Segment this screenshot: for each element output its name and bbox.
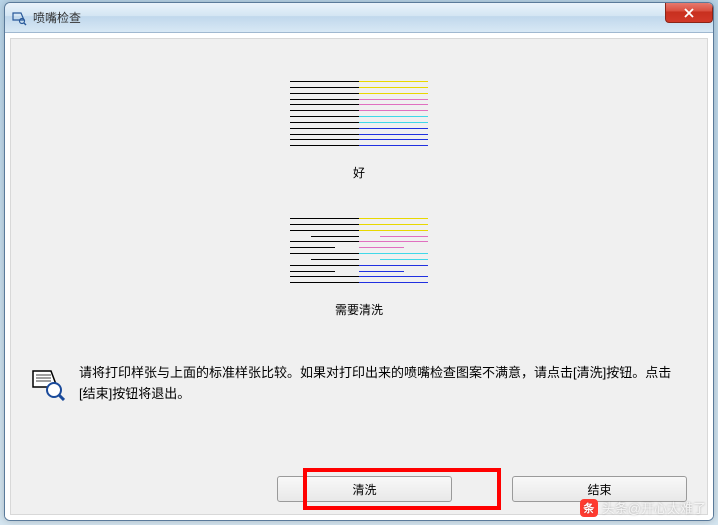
bad-label: 需要清洗 — [11, 301, 707, 318]
good-pattern — [290, 79, 428, 149]
inner-panel: 好 需要清洗 请将打印样张与上面的标准样张比较。如果对 — [10, 38, 708, 515]
bad-pattern — [290, 216, 428, 286]
instruction-text: 请将打印样张与上面的标准样张比较。如果对打印出来的喷嘴检查图案不满意，请点击[清… — [65, 363, 677, 405]
instruction-icon — [29, 363, 65, 404]
watermark: 条 头条@开心太难了 — [580, 498, 706, 517]
watermark-text: 头条@开心太难了 — [602, 498, 706, 517]
watermark-icon: 条 — [580, 499, 598, 517]
good-label: 好 — [11, 164, 707, 181]
close-icon — [683, 8, 695, 18]
content-area: 好 需要清洗 请将打印样张与上面的标准样张比较。如果对 — [5, 33, 713, 520]
window-title: 喷嘴检查 — [33, 9, 81, 26]
clean-button[interactable]: 清洗 — [277, 476, 452, 502]
sample-area: 好 需要清洗 — [11, 39, 707, 318]
app-icon — [11, 10, 27, 26]
titlebar: 喷嘴检查 — [5, 3, 713, 33]
instruction-row: 请将打印样张与上面的标准样张比较。如果对打印出来的喷嘴检查图案不满意，请点击[清… — [11, 353, 707, 415]
close-button[interactable] — [665, 3, 713, 23]
dialog-window: 喷嘴检查 好 需要清洗 — [4, 2, 714, 521]
